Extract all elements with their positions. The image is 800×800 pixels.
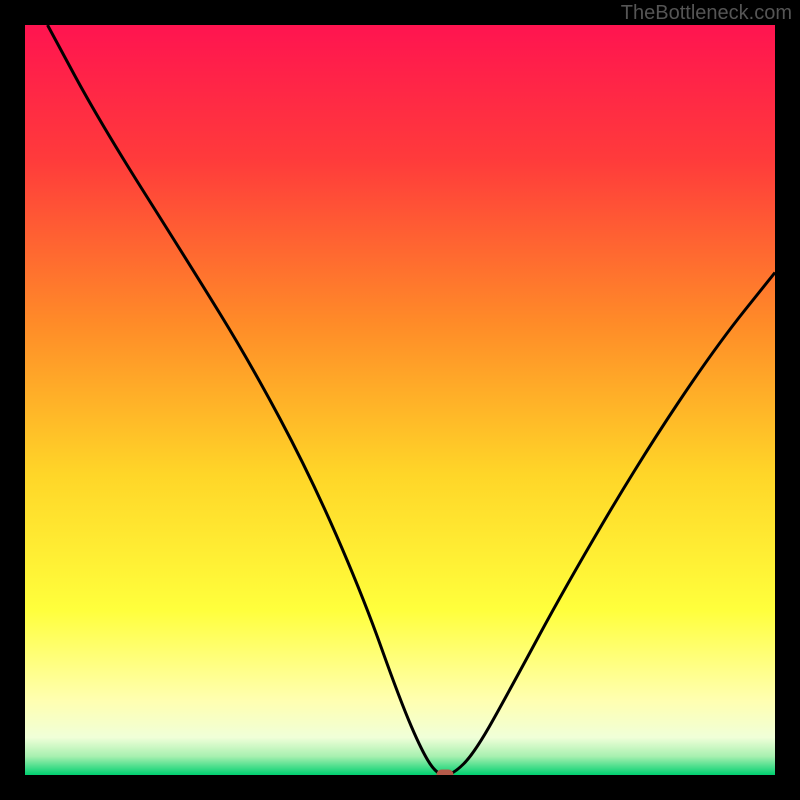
watermark: TheBottleneck.com bbox=[621, 2, 792, 25]
bottleneck-curve bbox=[25, 25, 775, 775]
optimal-marker bbox=[437, 770, 454, 776]
plot-area bbox=[25, 25, 775, 775]
